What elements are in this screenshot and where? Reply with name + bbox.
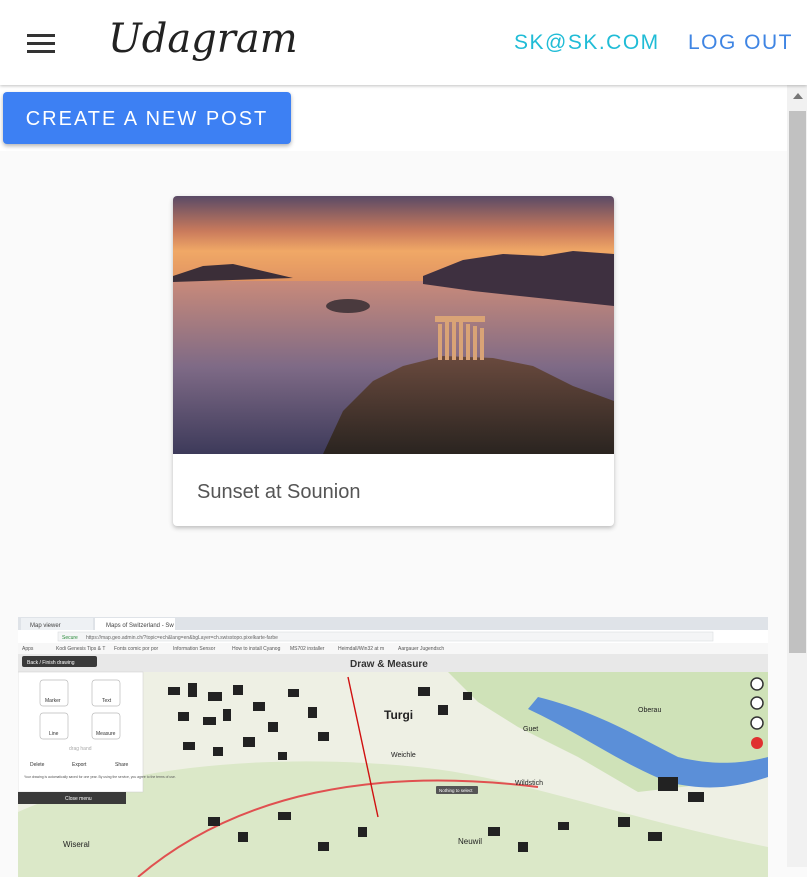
panel-delete: Delete (30, 762, 45, 768)
app-toolbar: Udagram SK@SK.COM LOG OUT (0, 0, 807, 85)
map-label: Neuwil (458, 837, 482, 846)
map-label: Guet (523, 726, 538, 733)
bookmark-item: Heimdall/Win32 at m (338, 646, 384, 652)
page-scrollbar[interactable] (787, 85, 807, 867)
secure-label: Secure (62, 635, 78, 641)
post-image (173, 196, 614, 454)
post-caption: Sunset at Sounion (197, 481, 361, 503)
close-menu-button: Close menu (65, 796, 92, 802)
panel-export: Export (72, 762, 87, 768)
user-email-link[interactable]: SK@SK.COM (514, 31, 660, 55)
map-label: Weichle (391, 752, 416, 759)
map-label: Wiseral (63, 840, 90, 849)
address-url: https://map.geo.admin.ch/?topic=ech&lang… (86, 635, 278, 641)
tool-line: Line (49, 731, 59, 737)
bookmark-item: Apps (22, 646, 34, 652)
panel-title: Draw & Measure (350, 659, 428, 670)
brand-logo[interactable]: Udagram (108, 16, 298, 62)
create-post-button[interactable]: CREATE A NEW POST (3, 92, 291, 144)
bookmark-item: Information Sensor (173, 646, 216, 652)
browser-tab-2: Maps of Switzerland - Sw (106, 623, 174, 629)
post-image-screenshot: Map viewer Maps of Switzerland - Sw Secu… (18, 617, 768, 877)
bookmark-item: Fonts comic por por (114, 646, 159, 652)
post-card-screenshot: Map viewer Maps of Switzerland - Sw Secu… (18, 617, 768, 877)
menu-icon[interactable] (27, 32, 55, 54)
bookmark-item: How to install Cyanog (232, 646, 281, 652)
panel-share: Share (115, 762, 129, 768)
bookmark-item: Aargauer Jugendsch (398, 646, 444, 652)
map-label-town: Turgi (384, 708, 413, 722)
logout-button[interactable]: LOG OUT (688, 31, 793, 55)
tool-measure: Measure (96, 731, 116, 737)
tool-text: Text (102, 698, 112, 704)
browser-tab-1: Map viewer (30, 623, 61, 629)
bookmark-item: MS702 installer (290, 646, 325, 652)
scroll-up-icon[interactable] (793, 93, 803, 99)
drag-hint: drag hand (69, 746, 92, 752)
map-tooltip: Nothing to select (439, 788, 473, 793)
map-label: Oberau (638, 707, 661, 714)
tool-marker: Marker (45, 698, 61, 704)
map-label: Wildstich (515, 780, 543, 787)
back-finish-button: Back / Finish drawing (27, 660, 75, 666)
post-card: Sunset at Sounion (173, 196, 614, 526)
scrollbar-thumb[interactable] (789, 111, 806, 653)
panel-notice: Your drawing is automatically saved for … (24, 775, 176, 779)
bookmark-item: Kodi Genesis Tips & T (56, 646, 105, 652)
